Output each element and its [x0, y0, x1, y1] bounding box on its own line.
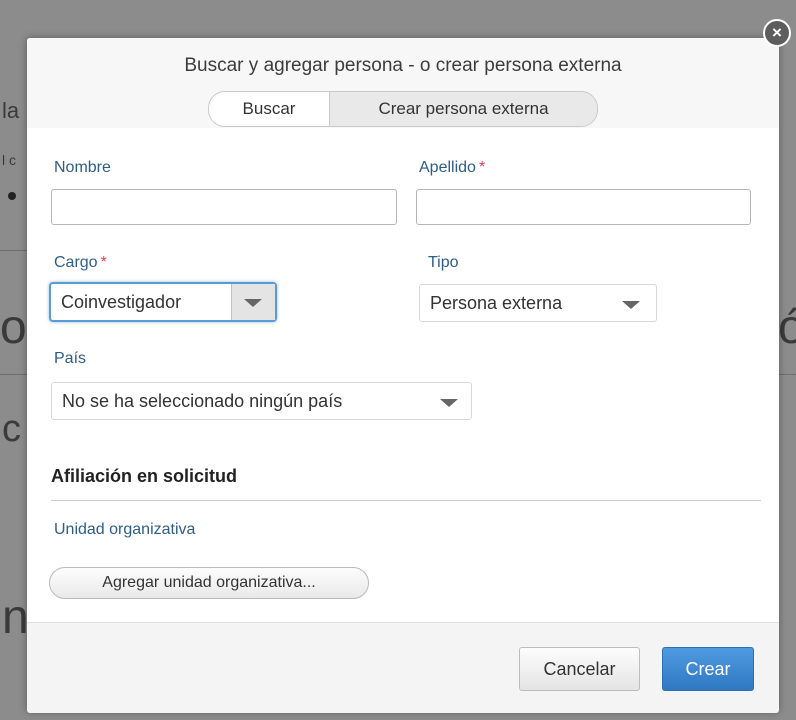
tipo-label-text: Tipo: [428, 254, 459, 271]
pais-label: País: [54, 350, 86, 368]
cargo-select[interactable]: Coinvestigador: [49, 282, 277, 322]
dialog-title: Buscar y agregar persona - o crear perso…: [184, 55, 622, 76]
nombre-label: Nombre: [54, 159, 111, 177]
required-asterisk-icon: *: [100, 254, 107, 271]
modal-dialog: Buscar y agregar persona - o crear perso…: [27, 38, 779, 713]
background-fragment-6: n: [2, 591, 29, 644]
affiliation-divider: [51, 500, 761, 501]
chevron-down-icon: [440, 399, 458, 407]
nombre-input[interactable]: [51, 189, 397, 225]
pais-label-text: País: [54, 350, 87, 367]
create-button[interactable]: Crear: [662, 647, 754, 691]
dialog-header: Buscar y agregar persona - o crear perso…: [27, 38, 779, 128]
background-fragment-3: o: [0, 301, 27, 354]
mode-toggle: Buscar Crear persona externa: [208, 91, 598, 127]
background-fragment-2: l c: [2, 152, 16, 168]
background-fragment-5: c: [2, 408, 21, 450]
background-fragment-4: ó: [778, 301, 796, 354]
tab-buscar[interactable]: Buscar: [209, 92, 330, 126]
apellido-label: Apellido *: [419, 159, 485, 177]
cargo-selected-value: Coinvestigador: [61, 292, 182, 312]
tipo-select[interactable]: Persona externa: [419, 284, 657, 322]
tipo-label: Tipo: [428, 254, 459, 272]
cargo-label-text: Cargo: [54, 254, 98, 271]
apellido-label-text: Apellido: [419, 159, 476, 176]
background-divider-2: [0, 374, 27, 375]
background-fragment-1: la: [2, 98, 20, 123]
cargo-label: Cargo *: [54, 254, 107, 272]
required-asterisk-icon: *: [478, 159, 486, 176]
nombre-label-text: Nombre: [54, 159, 111, 176]
tipo-selected-value: Persona externa: [430, 293, 563, 313]
background-bullet: [8, 192, 16, 200]
dialog-footer: Cancelar Crear: [27, 622, 779, 713]
tab-crear-persona-externa[interactable]: Crear persona externa: [330, 92, 597, 126]
chevron-down-icon: [622, 301, 640, 309]
close-icon[interactable]: ×: [763, 19, 791, 47]
add-unit-button[interactable]: Agregar unidad organizativa...: [49, 567, 369, 599]
affiliation-section-title: Afiliación en solicitud: [51, 466, 238, 486]
apellido-input[interactable]: [416, 189, 751, 225]
chevron-down-icon: [244, 299, 262, 307]
pais-selected-value: No se ha seleccionado ningún país: [62, 391, 343, 411]
cancel-button[interactable]: Cancelar: [519, 647, 640, 691]
pais-select[interactable]: No se ha seleccionado ningún país: [51, 382, 472, 420]
background-divider-1: [0, 250, 27, 251]
unidad-organizativa-label: Unidad organizativa: [54, 521, 196, 538]
background-divider-3: [779, 374, 796, 375]
